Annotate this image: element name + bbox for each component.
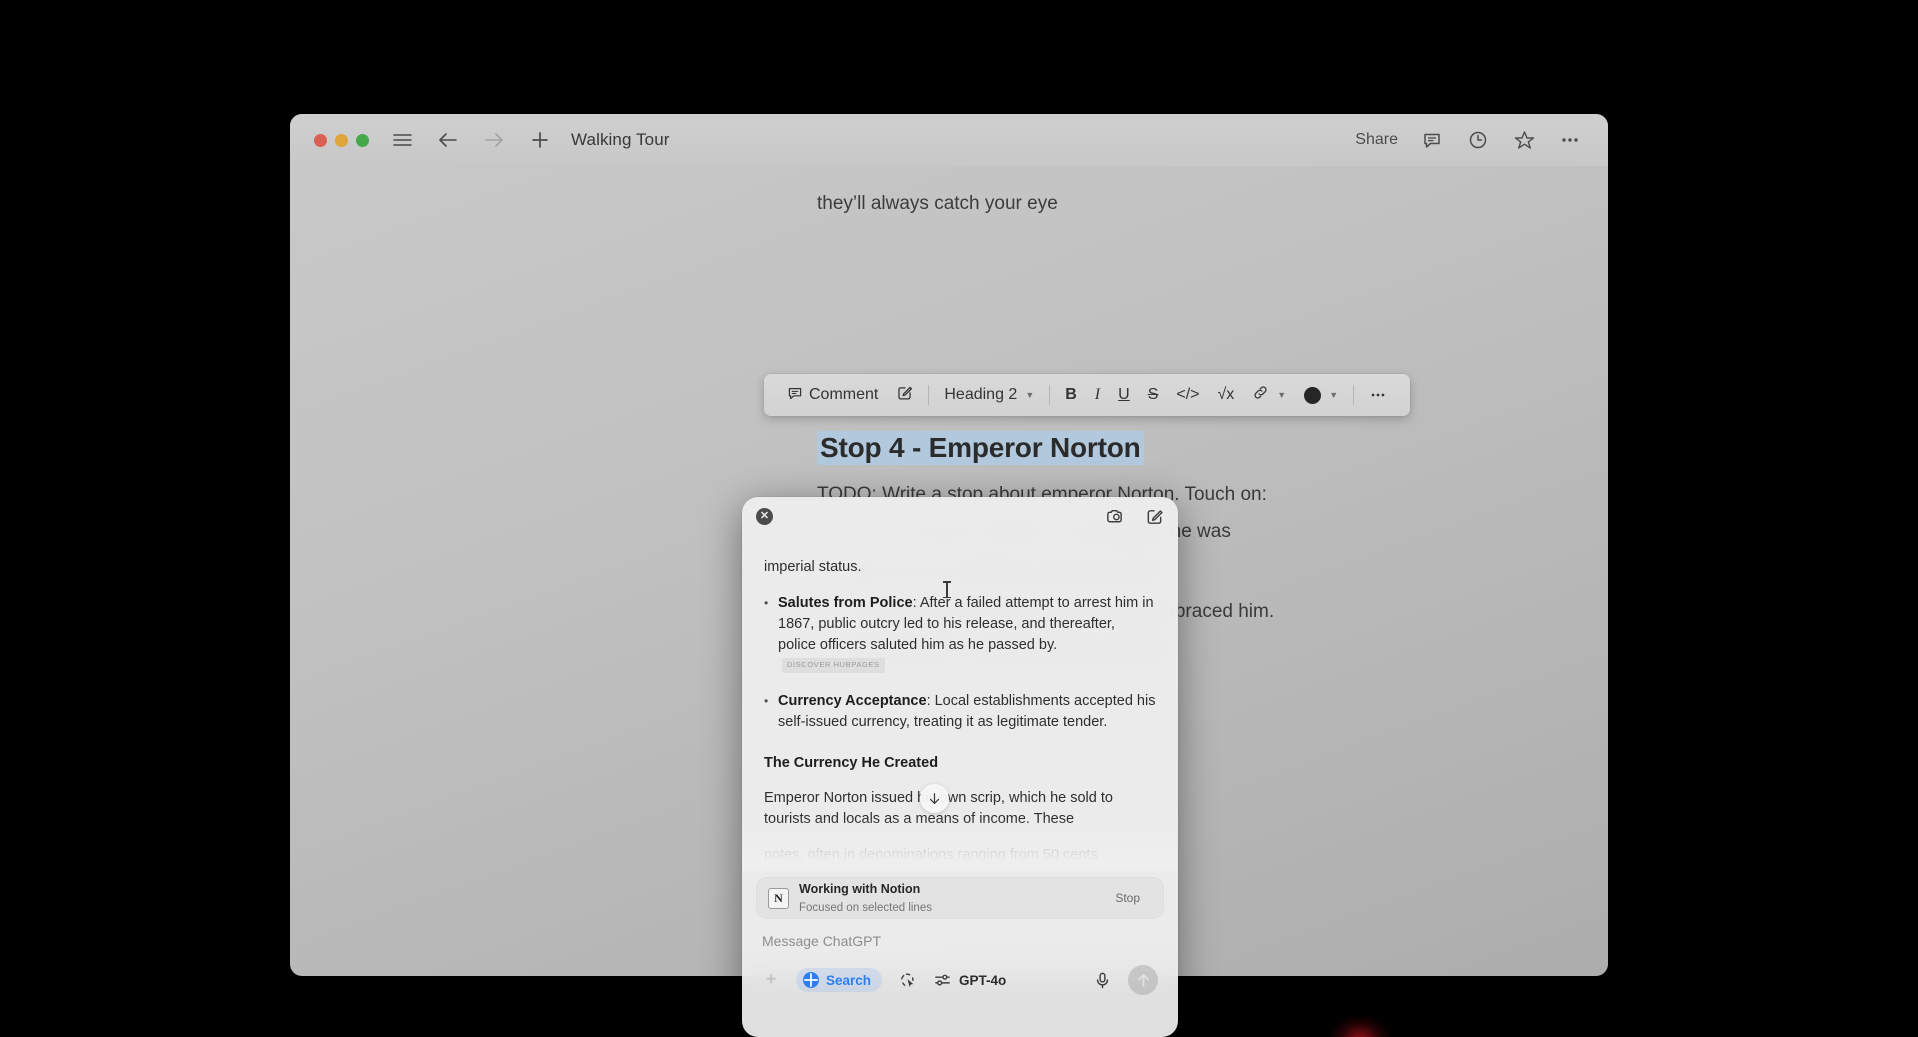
chevron-down-icon: ▼ [1277, 390, 1287, 400]
toolbar-divider [928, 385, 930, 405]
close-circle-icon[interactable]: ✕ [756, 507, 773, 525]
chat-header-actions [1104, 506, 1164, 526]
suggest-edits-button[interactable] [887, 380, 922, 410]
status-chip[interactable]: N Working with Notion Focused on selecte… [756, 877, 1164, 919]
document-line-above[interactable]: they’ll always catch your eye [817, 193, 1058, 215]
formatting-toolbar: Comment Heading 2 ▼ B I U S </> √x ▼ ▼ [764, 374, 1411, 416]
underline-button[interactable]: U [1109, 380, 1139, 410]
chat-list-item-text: Salutes from Police: After a failed atte… [778, 593, 1156, 677]
chevron-down-icon: ▼ [1025, 390, 1035, 400]
chat-composer: Message ChatGPT + Search GPT-4o [742, 919, 1178, 1011]
chat-list-item: • Salutes from Police: After a failed at… [764, 593, 1156, 677]
sliders-icon [933, 971, 952, 990]
bullet-point-icon: • [764, 694, 769, 709]
composer-toolbar: + Search GPT-4o [762, 965, 1158, 1011]
hamburger-menu-icon[interactable] [389, 127, 415, 153]
search-toggle-button[interactable]: Search [796, 968, 883, 992]
comment-bubble-icon [787, 385, 803, 406]
minimize-window-button[interactable] [335, 133, 348, 147]
toolbar-divider [1353, 385, 1355, 405]
edit-square-icon [896, 384, 913, 406]
chat-paragraph: Emperor Norton issued his own scrip, whi… [764, 790, 1113, 827]
star-icon[interactable] [1512, 128, 1536, 152]
comment-button[interactable]: Comment [778, 380, 887, 410]
inline-code-button[interactable]: </> [1167, 380, 1208, 410]
chevron-down-icon: ▼ [1329, 390, 1339, 400]
link-button[interactable]: ▼ [1243, 380, 1295, 410]
bold-button[interactable]: B [1056, 380, 1086, 410]
chat-paragraph: imperial status. [764, 559, 862, 575]
block-type-dropdown[interactable]: Heading 2 ▼ [935, 380, 1043, 410]
chat-section-heading: The Currency He Created [764, 755, 939, 772]
toolbar-more-button[interactable] [1360, 380, 1396, 410]
microphone-icon[interactable] [1093, 971, 1112, 990]
send-message-button[interactable] [1128, 965, 1158, 995]
model-label: GPT-4o [959, 972, 1007, 988]
composer-right-actions [1093, 965, 1158, 995]
camera-capture-icon[interactable] [1104, 506, 1124, 526]
status-subtitle: Focused on selected lines [799, 902, 932, 914]
clock-icon[interactable] [1466, 128, 1490, 152]
titlebar-actions: Share [1355, 128, 1588, 152]
text-caret-icon [943, 581, 950, 598]
text-color-button[interactable]: ▼ [1295, 380, 1347, 410]
toolbar-divider [1049, 385, 1051, 405]
search-toggle-label: Search [826, 972, 872, 988]
notion-app-icon: N [768, 887, 789, 909]
attach-plus-icon[interactable]: + [762, 969, 780, 991]
window-titlebar: Walking Tour Share [290, 114, 1608, 166]
chatgpt-overlay-panel: ✕ · - - · imperial status. • Salutes fro… [742, 497, 1178, 1037]
close-window-button[interactable] [314, 133, 327, 147]
ad-badge[interactable]: DISCOVER HUBPAGES [782, 658, 885, 674]
arrow-right-icon[interactable] [481, 127, 507, 153]
chat-paragraph-faded: notes, often in denominations ranging fr… [764, 846, 1098, 863]
chat-list-item: • Currency Acceptance: Local establishme… [764, 691, 1156, 733]
bullet-point-icon: • [764, 595, 769, 610]
message-input[interactable]: Message ChatGPT [762, 933, 1158, 949]
chat-bold-label: Salutes from Police [778, 594, 913, 611]
color-swatch-icon [1304, 386, 1322, 404]
chat-panel-header: ✕ [742, 497, 1178, 535]
share-button[interactable]: Share [1355, 131, 1398, 149]
link-icon [1252, 384, 1269, 406]
italic-button[interactable]: I [1086, 380, 1109, 410]
plus-icon[interactable] [527, 127, 553, 153]
traffic-light-controls[interactable] [314, 133, 369, 147]
chat-message-list[interactable]: · - - · imperial status. • Salutes from … [742, 535, 1178, 871]
globe-icon [803, 972, 819, 988]
status-title: Working with Notion [799, 881, 921, 896]
scroll-to-bottom-button[interactable] [920, 784, 949, 813]
maximize-window-button[interactable] [356, 133, 369, 147]
comment-bubble-icon[interactable] [1420, 128, 1444, 152]
strikethrough-button[interactable]: S [1139, 380, 1168, 410]
chat-bold-label: Currency Acceptance [778, 693, 927, 710]
compose-pencil-icon[interactable] [1144, 506, 1164, 526]
model-selector[interactable]: GPT-4o [933, 971, 1006, 990]
comment-button-label: Comment [809, 386, 879, 403]
block-type-label: Heading 2 [944, 386, 1018, 403]
document-heading-selected[interactable]: Stop 4 - Emperor Norton [817, 431, 1144, 465]
equation-button[interactable]: √x [1209, 380, 1244, 410]
ellipsis-icon[interactable] [1558, 128, 1582, 152]
screen-root: Walking Tour Share they’ll always catch … [0, 0, 1918, 1037]
arrow-left-icon[interactable] [435, 127, 461, 153]
stop-button[interactable]: Stop [1103, 887, 1152, 909]
status-text-group: Working with Notion Focused on selected … [799, 880, 932, 917]
clipped-previous-line: · - - · [764, 535, 1156, 557]
chat-list-item-text: Currency Acceptance: Local establishment… [778, 691, 1156, 733]
selection-cursor-icon[interactable] [898, 971, 917, 990]
screen-edge-glow [1330, 1016, 1390, 1037]
page-title[interactable]: Walking Tour [571, 130, 670, 150]
